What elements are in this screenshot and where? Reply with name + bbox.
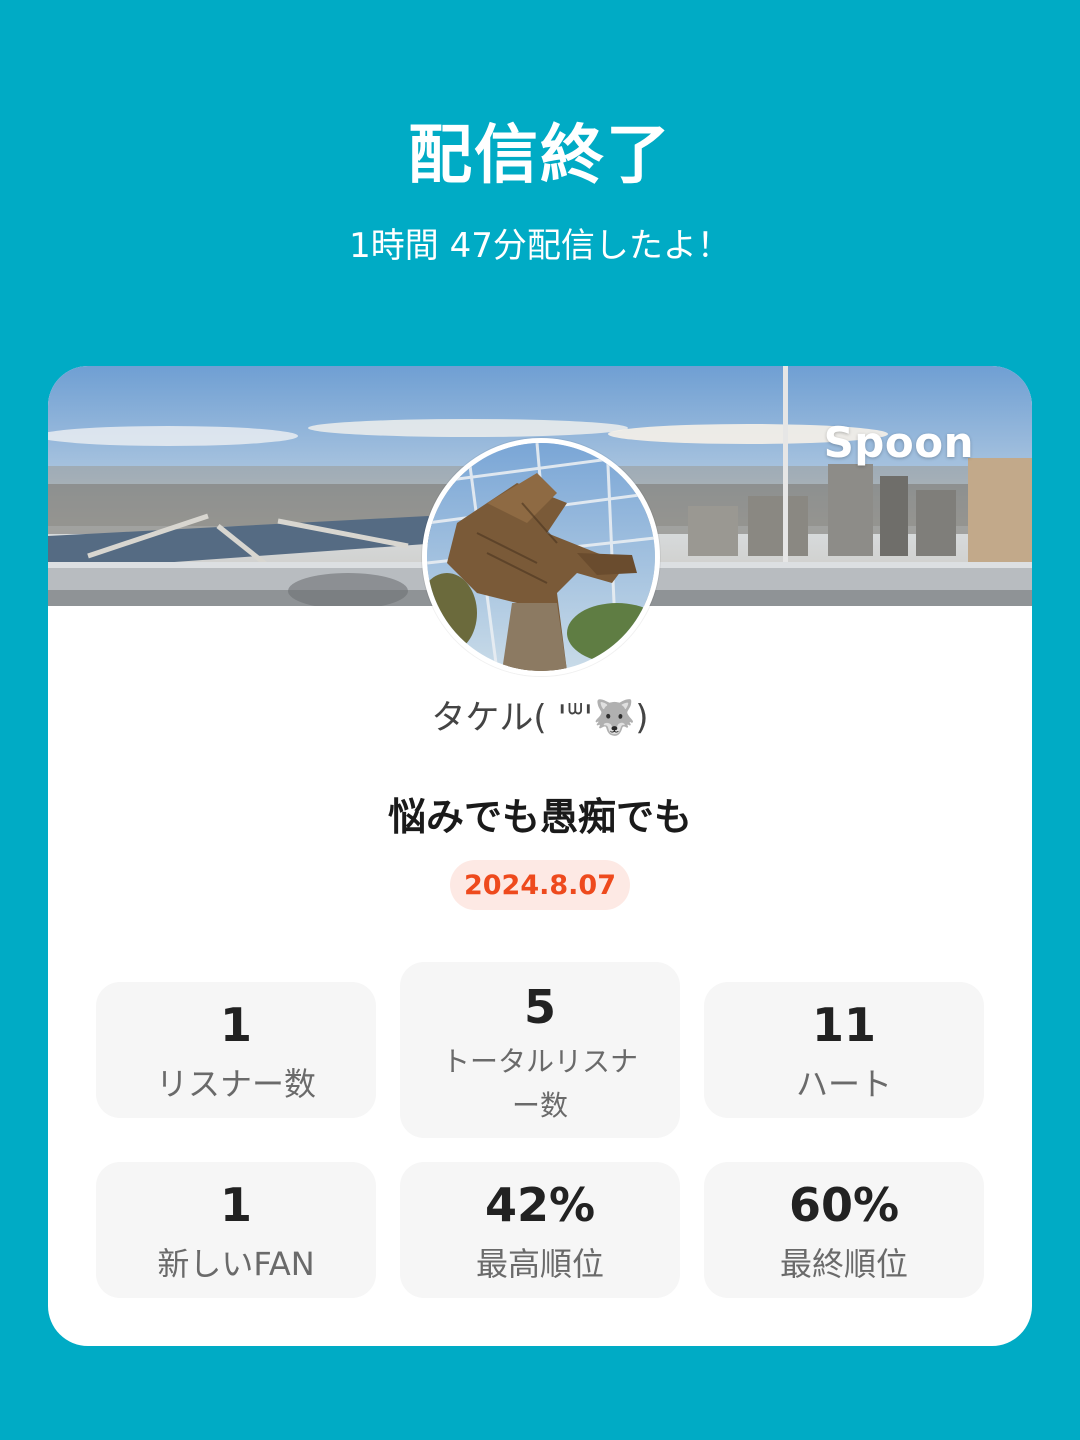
stat-value: 42%	[484, 1178, 596, 1232]
stat-value: 1	[219, 1178, 252, 1232]
stat-listeners: 1 リスナー数	[96, 982, 376, 1118]
page-title: 配信終了	[408, 119, 672, 193]
stat-label-line: ー数	[511, 1089, 568, 1122]
stat-value: 11	[811, 998, 876, 1052]
stat-total-listeners: 5 トータルリスナ ー数	[400, 962, 680, 1138]
stat-label: 最終順位	[779, 1245, 908, 1283]
spoon-logo: Spoon	[823, 418, 974, 467]
stat-value: 60%	[788, 1178, 900, 1232]
date-badge: 2024.8.07	[450, 860, 630, 910]
stat-label: 新しいFAN	[157, 1245, 315, 1283]
live-ended-screen: 配信終了 1時間 47分配信したよ！ Spoon タケル('ᐜ'🐺) 悩みでも…	[0, 0, 1080, 1440]
live-title: 悩みでも愚痴でも	[387, 795, 692, 839]
stat-label: ハート	[795, 1065, 892, 1103]
stat-value: 5	[523, 980, 556, 1034]
stat-label: 最高順位	[475, 1245, 604, 1283]
stat-best-rank: 42% 最高順位	[400, 1162, 680, 1298]
username: タケル( 'ᐜ'🐺)	[431, 698, 649, 738]
stat-label: トータルリスナ ー数	[400, 1040, 680, 1128]
stat-label-line: トータルリスナ	[441, 1045, 638, 1078]
stat-label: リスナー数	[155, 1065, 316, 1103]
stat-final-rank: 60% 最終順位	[704, 1162, 984, 1298]
stat-new-fans: 1 新しいFAN	[96, 1162, 376, 1298]
avatar[interactable]	[422, 438, 660, 676]
stat-value: 1	[219, 998, 252, 1052]
summary-card: Spoon タケル('ᐜ'🐺) 悩みでも愚痴でも 2024.8.07 1 リス…	[48, 366, 1032, 1346]
duration-text: 1時間 47分配信したよ！	[349, 226, 731, 266]
stat-hearts: 11 ハート	[704, 982, 984, 1118]
